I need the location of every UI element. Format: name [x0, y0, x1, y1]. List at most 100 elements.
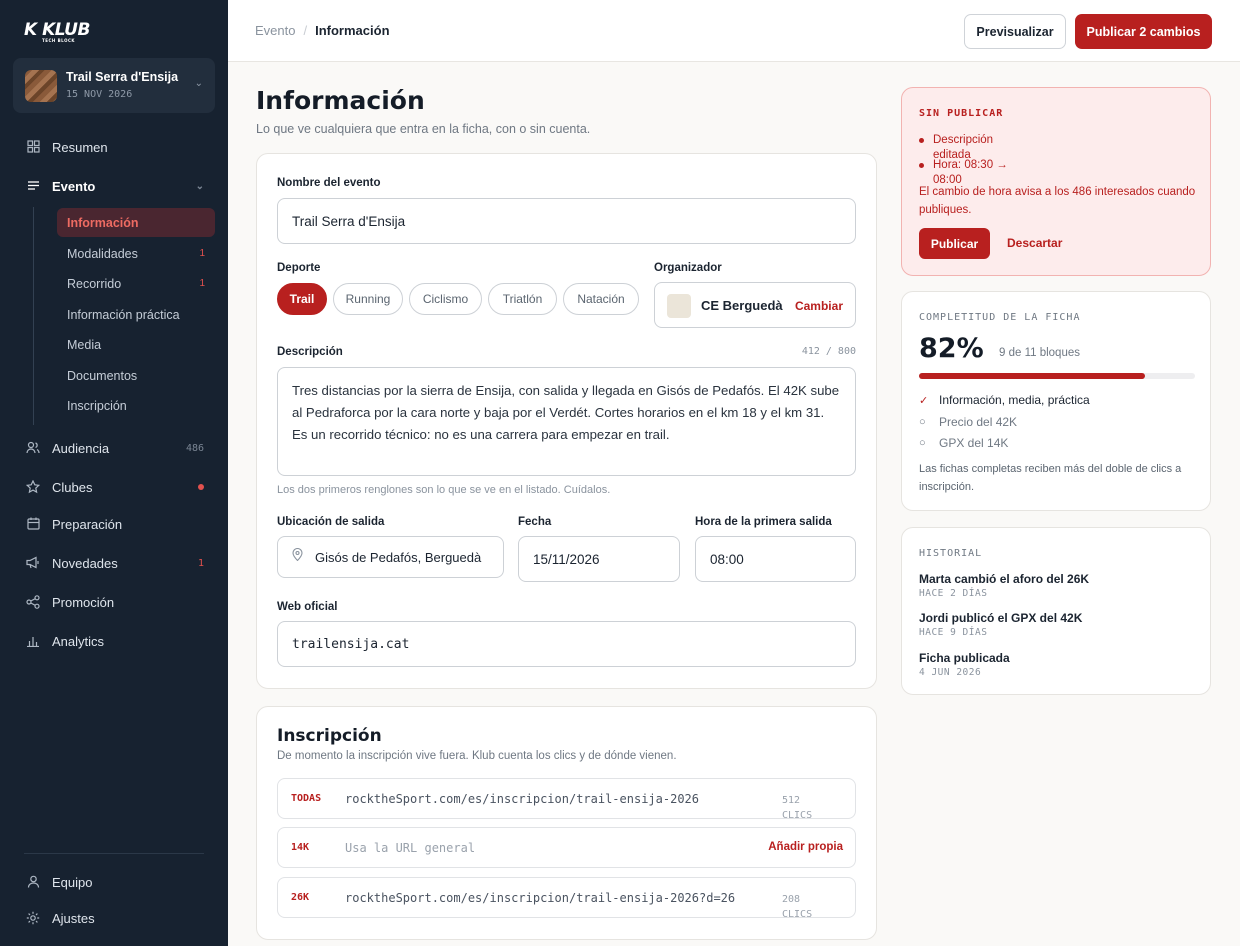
website-label: Web oficial: [277, 601, 338, 613]
breadcrumb-current: Información: [315, 23, 390, 38]
history-time: HACE 9 DÍAS: [919, 627, 988, 638]
sidebar-item-clubes[interactable]: Clubes: [0, 472, 228, 502]
empty-circle-icon: ○: [919, 437, 926, 449]
registration-row-todas[interactable]: TODAS rocktheSport.com/es/inscripcion/tr…: [277, 778, 856, 821]
change-organizer-button[interactable]: Cambiar: [795, 299, 843, 313]
sidebar-item-novedades[interactable]: Novedades 1: [0, 548, 228, 578]
history-item: Jordi publicó el GPX del 42K HACE 9 DÍAS: [919, 611, 1082, 638]
event-switcher[interactable]: Trail Serra d'Ensija 15 NOV 2026 ⌄: [13, 58, 215, 113]
sidebar-item-label: Ajustes: [52, 910, 95, 926]
sidebar-item-label: Audiencia: [52, 440, 110, 456]
breadcrumb-parent[interactable]: Evento: [255, 23, 295, 38]
history-time: HACE 2 DÍAS: [919, 588, 988, 599]
history-item: Ficha publicada 4 JUN 2026: [919, 651, 1010, 678]
sport-label: Deporte: [277, 262, 321, 274]
description-label: Descripción: [277, 346, 343, 358]
chevron-down-icon: ⌄: [194, 78, 203, 89]
sidebar-item-label: Resumen: [52, 139, 108, 155]
subnav-label: Recorrido: [67, 276, 122, 291]
publish-changes-button[interactable]: Publicar 2 cambios: [1075, 14, 1212, 49]
subnav-label: Modalidades: [67, 246, 138, 261]
completeness-progress-bar: [919, 373, 1195, 379]
completeness-percent: 82%: [919, 333, 984, 364]
preview-button[interactable]: Previsualizar: [964, 14, 1066, 49]
description-textarea[interactable]: Tres distancias por la sierra de Ensija,…: [277, 367, 856, 476]
completeness-card: COMPLETITUD DE LA FICHA 82% 9 de 11 bloq…: [901, 291, 1211, 511]
checklist-item[interactable]: ○ Precio del 42K: [919, 415, 1017, 429]
time-input[interactable]: 08:00: [695, 536, 856, 582]
check-icon: ✓: [919, 394, 929, 407]
website-input[interactable]: trailensija.cat: [277, 621, 856, 667]
sidebar-divider: [24, 853, 204, 854]
date-label: Fecha: [518, 516, 552, 528]
sidebar-item-analytics[interactable]: Analytics: [0, 626, 228, 656]
subnav-guide-line: [33, 207, 34, 425]
checklist-item[interactable]: ○ GPX del 14K: [919, 436, 1008, 450]
distance-tag: TODAS: [291, 793, 322, 804]
sidebar-item-promocion[interactable]: Promoción: [0, 587, 228, 617]
sport-chip-natacion[interactable]: Natación: [563, 283, 639, 315]
menu-lines-icon: [26, 179, 40, 193]
subnav-label: Información: [67, 215, 139, 230]
sidebar-item-preparacion[interactable]: Preparación: [0, 509, 228, 539]
clubes-notification-dot: [198, 484, 204, 490]
sport-chip-trail[interactable]: Trail: [277, 283, 327, 315]
checklist-label: Precio del 42K: [939, 415, 1018, 429]
sport-chip-running[interactable]: Running: [333, 283, 403, 315]
sidebar-item-equipo[interactable]: Equipo: [0, 867, 228, 897]
subnav-item-media[interactable]: Media: [57, 330, 215, 359]
history-item: Marta cambió el aforo del 26K HACE 2 DÍA…: [919, 572, 1089, 599]
subnav-item-informacion[interactable]: Información: [57, 208, 215, 237]
event-title: Trail Serra d'Ensija: [66, 70, 179, 84]
history-time: 4 JUN 2026: [919, 667, 982, 678]
distance-tag: 14K: [291, 842, 310, 853]
sidebar-item-evento[interactable]: Evento ⌄: [0, 171, 228, 201]
subnav-item-recorrido[interactable]: Recorrido 1: [57, 269, 215, 298]
add-own-url-button[interactable]: Añadir propia: [768, 841, 843, 853]
checklist-label: Información, media, práctica: [939, 393, 1090, 407]
event-name-input[interactable]: Trail Serra d'Ensija: [277, 198, 856, 244]
registration-title: Inscripción: [277, 726, 382, 746]
grid-icon: [26, 140, 40, 154]
organizer-label: Organizador: [654, 262, 722, 274]
klub-logo[interactable]: K KLUB TECH BLOCK: [24, 20, 90, 43]
history-text: Ficha publicada: [919, 651, 1010, 665]
date-input[interactable]: 15/11/2026: [518, 536, 680, 582]
bar-chart-icon: [26, 634, 40, 648]
share-icon: [26, 595, 40, 609]
organizer-field: CE Berguedà Cambiar: [654, 282, 856, 328]
registration-subtitle: De momento la inscripción vive fuera. Kl…: [277, 750, 677, 762]
sidebar-item-label: Evento: [52, 178, 96, 194]
event-date: 15 NOV 2026: [66, 89, 133, 100]
checklist-label: GPX del 14K: [939, 436, 1009, 450]
sport-chip-triatlon[interactable]: Triatlón: [488, 283, 557, 315]
subnav-count: 1: [199, 248, 205, 259]
sidebar-item-ajustes[interactable]: Ajustes: [0, 903, 228, 933]
description-counter: 412 / 800: [801, 346, 856, 357]
registration-url: rocktheSport.com/es/inscripcion/trail-en…: [345, 891, 736, 905]
subnav-label: Información práctica: [67, 307, 180, 322]
chevron-down-icon: ⌄: [195, 180, 204, 192]
sidebar-item-label: Analytics: [52, 633, 105, 649]
location-input[interactable]: Gisós de Pedafós, Berguedà: [277, 536, 504, 578]
subnav-item-inscripcion[interactable]: Inscripción: [57, 391, 215, 420]
completeness-blocks: 9 de 11 bloques: [999, 347, 1080, 359]
sidebar-item-audiencia[interactable]: Audiencia 486: [0, 433, 228, 463]
sidebar-item-label: Clubes: [52, 479, 93, 495]
subnav-item-informacion-practica[interactable]: Información práctica: [57, 300, 215, 329]
registration-row-14k[interactable]: 14K Usa la URL general Añadir propia: [277, 827, 856, 868]
subnav-item-documentos[interactable]: Documentos: [57, 361, 215, 390]
checklist-item: ✓ Información, media, práctica: [919, 393, 1090, 407]
subnav-item-modalidades[interactable]: Modalidades 1: [57, 239, 215, 268]
discard-button[interactable]: Descartar: [1007, 236, 1062, 250]
registration-row-26k[interactable]: 26K rocktheSport.com/es/inscripcion/trai…: [277, 877, 856, 920]
completeness-progress-fill: [919, 373, 1146, 379]
sidebar-item-resumen[interactable]: Resumen: [0, 132, 228, 162]
users-icon: [26, 441, 40, 455]
publish-button[interactable]: Publicar: [919, 228, 990, 259]
sport-chip-ciclismo[interactable]: Ciclismo: [409, 283, 482, 315]
history-text: Jordi publicó el GPX del 42K: [919, 611, 1083, 625]
top-bar: Evento / Información Previsualizar Publica…: [228, 0, 1240, 62]
time-label: Hora de la primera salida: [695, 516, 832, 528]
calendar-icon: [26, 517, 40, 531]
